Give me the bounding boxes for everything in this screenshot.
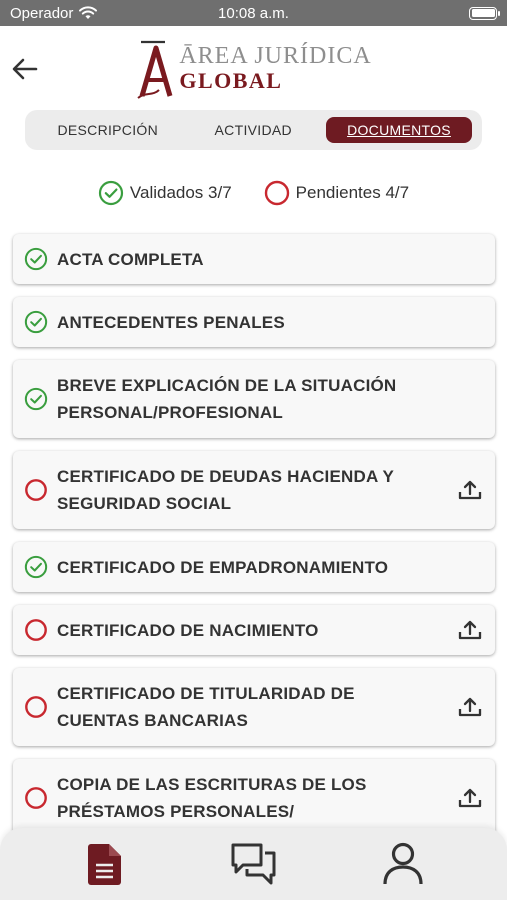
document-title: CERTIFICADO DE DEUDAS HACIENDA Y SEGURIDA… [49, 463, 455, 517]
document-item[interactable]: BREVE EXPLICACIÓN DE LA SITUACIÓN PERSONA… [13, 360, 495, 438]
document-status [23, 786, 49, 810]
validated-summary: Validados 3/7 [98, 180, 232, 206]
logo-text: ĀREA JURÍDICA GLOBAL [179, 44, 371, 92]
document-status [23, 310, 49, 334]
upload-button[interactable] [455, 787, 485, 809]
document-title-line2: PERSONAL/PROFESIONAL [57, 403, 283, 422]
document-title-line1: CERTIFICADO DE NACIMIENTO [57, 620, 319, 640]
check-circle-icon [24, 555, 48, 579]
nav-chat[interactable] [229, 839, 279, 889]
empty-circle-icon [25, 696, 47, 718]
document-title: BREVE EXPLICACIÓN DE LA SITUACIÓN PERSONA… [49, 372, 485, 426]
status-left: Operador [10, 4, 98, 22]
validated-count: Validados 3/7 [129, 183, 232, 202]
header: ĀREA JURÍDICA GLOBAL [0, 26, 507, 110]
nav-profile[interactable] [378, 839, 428, 889]
back-button[interactable] [10, 54, 40, 84]
pending-count: Pendientes 4/7 [295, 183, 410, 202]
document-title-line1: CERTIFICADO DE DEUDAS HACIENDA Y [57, 467, 394, 486]
wifi-icon [79, 6, 98, 19]
check-circle-icon [98, 180, 124, 206]
document-status [23, 478, 49, 502]
document-title: ANTECEDENTES PENALES [49, 309, 485, 336]
check-circle-icon [24, 387, 48, 411]
document-title: ACTA COMPLETA [49, 246, 485, 273]
upload-button[interactable] [455, 696, 485, 718]
bottom-nav [0, 828, 507, 900]
status-bar: Operador 10:08 a.m. [0, 0, 507, 26]
empty-circle-icon [264, 180, 289, 206]
logo-mark-icon [137, 40, 173, 99]
document-title-line1: CERTIFICADO DE TITULARIDAD DE [57, 684, 355, 703]
documents-summary: Validados 3/7 Pendientes 4/7 [0, 180, 507, 206]
empty-circle-icon [25, 619, 47, 641]
document-title-line1: ANTECEDENTES PENALES [57, 312, 285, 332]
pending-summary: Pendientes 4/7 [264, 180, 409, 206]
document-item[interactable]: COPIA DE LAS ESCRITURAS DE LOS PRÉSTAMOS … [13, 759, 495, 837]
logo: ĀREA JURÍDICA GLOBAL [135, 36, 371, 100]
document-title: CERTIFICADO DE NACIMIENTO [49, 617, 455, 644]
document-title-line2: SEGURIDAD SOCIAL [57, 494, 232, 513]
documents-list: ACTA COMPLETA ANTECEDENTES PENALES BREVE E… [13, 234, 495, 850]
document-status [23, 618, 49, 642]
document-title-line2: PRÉSTAMOS PERSONALES/ [57, 802, 295, 821]
battery-icon [469, 6, 500, 20]
arrow-left-icon [12, 58, 38, 80]
upload-icon [458, 788, 482, 808]
document-status [23, 695, 49, 719]
nav-documents[interactable] [80, 839, 130, 889]
upload-icon [458, 480, 482, 500]
check-circle-icon [24, 247, 48, 271]
check-circle-icon [24, 310, 48, 334]
status-time: 10:08 a.m. [218, 4, 289, 22]
document-title-line2: CUENTAS BANCARIAS [57, 711, 249, 730]
document-item[interactable]: CERTIFICADO DE EMPADRONAMIENTO [13, 542, 495, 592]
document-item[interactable]: CERTIFICADO DE NACIMIENTO [13, 605, 495, 655]
tab-descripcion[interactable]: DESCRIPCIÓN [35, 122, 181, 138]
empty-circle-icon [25, 787, 47, 809]
document-title-line1: BREVE EXPLICACIÓN DE LA SITUACIÓN [57, 376, 397, 395]
upload-button[interactable] [455, 619, 485, 641]
document-status [23, 555, 49, 579]
document-item[interactable]: CERTIFICADO DE TITULARIDAD DE CUENTAS BAN… [13, 668, 495, 746]
tab-documentos[interactable]: DOCUMENTOS [326, 117, 472, 143]
document-item[interactable]: ACTA COMPLETA [13, 234, 495, 284]
carrier-label: Operador [10, 4, 74, 22]
document-title: CERTIFICADO DE TITULARIDAD DE CUENTAS BAN… [49, 680, 455, 734]
document-title-line1: ACTA COMPLETA [57, 249, 204, 269]
tab-bar: DESCRIPCIÓN ACTIVIDAD DOCUMENTOS [25, 110, 482, 150]
document-title-line1: CERTIFICADO DE EMPADRONAMIENTO [57, 557, 389, 577]
empty-circle-icon [25, 479, 47, 501]
logo-line2: GLOBAL [179, 68, 283, 93]
document-status [23, 247, 49, 271]
upload-button[interactable] [455, 479, 485, 501]
document-title-line1: COPIA DE LAS ESCRITURAS DE LOS [57, 775, 367, 794]
document-title: CERTIFICADO DE EMPADRONAMIENTO [49, 554, 485, 581]
user-icon [382, 842, 423, 885]
document-item[interactable]: ANTECEDENTES PENALES [13, 297, 495, 347]
upload-icon [458, 620, 482, 640]
upload-icon [458, 697, 482, 717]
tab-actividad[interactable]: ACTIVIDAD [181, 122, 327, 138]
document-title: COPIA DE LAS ESCRITURAS DE LOS PRÉSTAMOS … [49, 771, 455, 825]
logo-line1: ĀREA JURÍDICA [179, 43, 372, 69]
chat-icon [231, 843, 275, 885]
document-item[interactable]: CERTIFICADO DE DEUDAS HACIENDA Y SEGURIDA… [13, 451, 495, 529]
document-status [23, 387, 49, 411]
document-icon [87, 844, 121, 885]
